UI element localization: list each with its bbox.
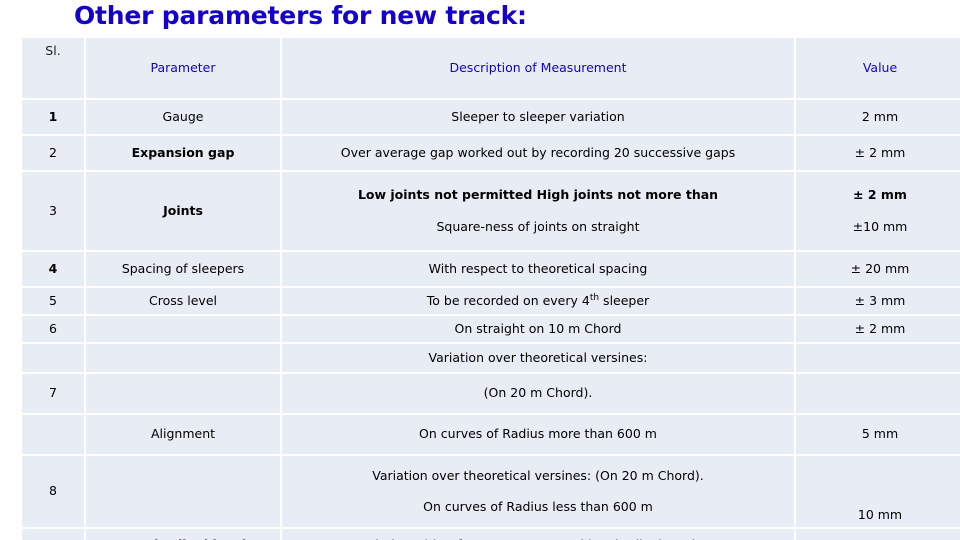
row-value: ± 2 mm bbox=[796, 316, 960, 342]
row-sl: 6 bbox=[22, 316, 84, 342]
row-sl: 2 bbox=[22, 136, 84, 170]
row-description-line-1: Variation over theoretical versines: (On… bbox=[372, 467, 704, 483]
row-value-line-1: ± 2 mm bbox=[853, 187, 907, 203]
row-value-line-2: ±10 mm bbox=[852, 218, 908, 234]
row-value: 2 mm bbox=[796, 100, 960, 134]
page-title: Other parameters for new track: bbox=[74, 1, 527, 30]
table-row: 4 Spacing of sleepers With respect to th… bbox=[22, 252, 960, 286]
row-parameter: Joints bbox=[86, 172, 280, 250]
row-description-line-1: Low joints not permitted High joints not… bbox=[357, 187, 719, 203]
row-parameter: Spacing of sleepers bbox=[86, 252, 280, 286]
table-row: 7 (On 20 m Chord). bbox=[22, 374, 960, 413]
row-description: Variation with reference to approved lon… bbox=[282, 529, 794, 540]
row-value: ± 2 mm ±10 mm bbox=[796, 172, 960, 250]
row-value: 10 mm bbox=[796, 456, 960, 527]
row-description-line-2: On curves of Radius less than 600 m bbox=[423, 499, 653, 514]
row-description: To be recorded on every 4th sleeper bbox=[282, 288, 794, 314]
parameters-table-wrapper: Sl. Parameter Description of Measurement… bbox=[20, 36, 960, 540]
row-sl bbox=[22, 344, 84, 372]
row-description-post: sleeper bbox=[599, 293, 650, 309]
row-sl: 7 bbox=[22, 374, 84, 413]
row-sl: 3 bbox=[22, 172, 84, 250]
table-row: Alignment On curves of Radius more than … bbox=[22, 415, 960, 454]
row-value: ± 2 mm bbox=[796, 136, 960, 170]
row-description-line-2: Square-ness of joints on straight bbox=[436, 218, 640, 234]
table-row: 5 Cross level To be recorded on every 4t… bbox=[22, 288, 960, 314]
row-description: (On 20 m Chord). bbox=[282, 374, 794, 413]
row-description: On straight on 10 m Chord bbox=[282, 316, 794, 342]
row-value bbox=[796, 344, 960, 372]
row-description: Low joints not permitted High joints not… bbox=[282, 172, 794, 250]
row-sl: 8 bbox=[22, 456, 84, 527]
table-row: 2 Expansion gap Over average gap worked … bbox=[22, 136, 960, 170]
row-value: ± 3 mm bbox=[796, 288, 960, 314]
row-parameter bbox=[86, 456, 280, 527]
row-parameter: Alignment bbox=[86, 415, 280, 454]
row-sl: 1 bbox=[22, 100, 84, 134]
row-description: Variation over theoretical versines: (On… bbox=[282, 456, 794, 527]
row-sl: 4 bbox=[22, 252, 84, 286]
row-parameter bbox=[86, 374, 280, 413]
slide-canvas: Other parameters for new track: Sl. Para… bbox=[0, 0, 960, 540]
table-row: 1 Gauge Sleeper to sleeper variation 2 m… bbox=[22, 100, 960, 134]
parameters-table: Sl. Parameter Description of Measurement… bbox=[20, 36, 960, 540]
column-header-parameter: Parameter bbox=[86, 38, 280, 98]
row-parameter: Longitudinal level bbox=[86, 529, 280, 540]
row-description-pre: To be recorded on every 4 bbox=[426, 293, 590, 309]
row-value: 50 mm bbox=[796, 529, 960, 540]
row-value: ± 20 mm bbox=[796, 252, 960, 286]
table-row: 6 On straight on 10 m Chord ± 2 mm bbox=[22, 316, 960, 342]
row-value bbox=[796, 374, 960, 413]
row-description: Over average gap worked out by recording… bbox=[282, 136, 794, 170]
row-description: Variation over theoretical versines: bbox=[282, 344, 794, 372]
table-row: 9 Longitudinal level Variation with refe… bbox=[22, 529, 960, 540]
table-row: 3 Joints Low joints not permitted High j… bbox=[22, 172, 960, 250]
row-description: With respect to theoretical spacing bbox=[282, 252, 794, 286]
row-sl: 9 bbox=[22, 529, 84, 540]
row-sl bbox=[22, 415, 84, 454]
row-sl: 5 bbox=[22, 288, 84, 314]
row-description-superscript: th bbox=[589, 292, 600, 303]
row-value: 5 mm bbox=[796, 415, 960, 454]
row-description: Sleeper to sleeper variation bbox=[282, 100, 794, 134]
row-parameter bbox=[86, 316, 280, 342]
column-header-description: Description of Measurement bbox=[282, 38, 794, 98]
column-header-sl: Sl. bbox=[22, 38, 84, 98]
row-parameter: Cross level bbox=[86, 288, 280, 314]
table-row: 8 Variation over theoretical versines: (… bbox=[22, 456, 960, 527]
row-parameter bbox=[86, 344, 280, 372]
row-parameter: Gauge bbox=[86, 100, 280, 134]
table-row: Variation over theoretical versines: bbox=[22, 344, 960, 372]
table-header-row: Sl. Parameter Description of Measurement… bbox=[22, 38, 960, 98]
row-parameter: Expansion gap bbox=[86, 136, 280, 170]
column-header-value: Value bbox=[796, 38, 960, 98]
row-description: On curves of Radius more than 600 m bbox=[282, 415, 794, 454]
